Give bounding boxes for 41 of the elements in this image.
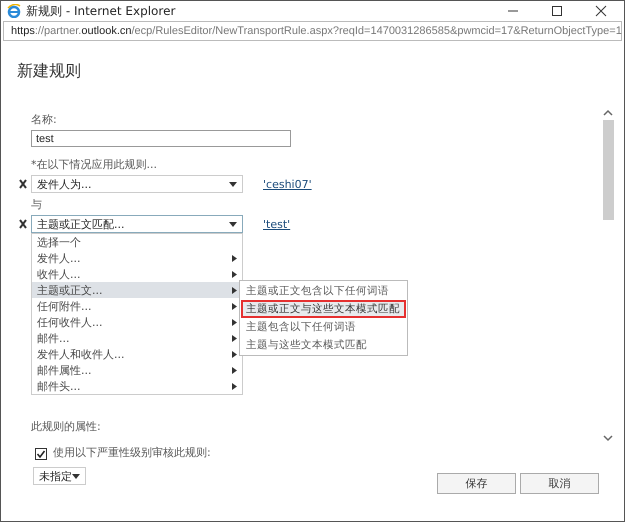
checkbox[interactable] — [35, 448, 47, 460]
window-title: 新规则 - Internet Explorer — [26, 2, 176, 20]
menu-item[interactable]: 选择一个 — [32, 234, 242, 250]
scroll-up-icon[interactable] — [603, 109, 613, 116]
menu-item[interactable]: 发件人... — [32, 250, 242, 266]
section-label: 此规则的属性: — [31, 419, 101, 434]
severity-dropdown[interactable]: 未指定 — [33, 467, 86, 485]
menu-item[interactable]: 邮件头... — [32, 378, 242, 394]
menu-item[interactable]: 邮件... — [32, 330, 242, 346]
caret-icon — [72, 474, 80, 478]
menu-item[interactable]: 发件人和收件人... — [32, 346, 242, 362]
menu-item[interactable]: 收件人... — [32, 266, 242, 282]
field-label: *在以下情况应用此规则... — [31, 157, 157, 172]
caret-icon — [229, 182, 237, 186]
field-label: 名称: — [31, 112, 57, 127]
submenu-item[interactable]: 主题与这些文本模式匹配 — [241, 336, 406, 354]
submenu-item[interactable]: 主题或正文与这些文本模式匹配 — [241, 300, 406, 318]
url-text: https://partner.outlook.cn/ecp/RulesEditor/NewTransportRule.aspx?reqId=1470031286585&pwmcid=17&ReturnObjectType=1 — [11, 25, 622, 37]
caret-icon — [229, 222, 237, 226]
footer-button[interactable]: 保存 — [437, 473, 516, 494]
scrollbar-thumb[interactable] — [602, 120, 614, 220]
menu-item[interactable]: 任何附件... — [32, 298, 242, 314]
checkbox-label: 使用以下严重性级别审核此规则: — [53, 445, 211, 460]
value-link[interactable]: 'test' — [263, 218, 290, 230]
page-heading: 新建规则 — [17, 61, 82, 82]
maximize-icon[interactable] — [550, 4, 564, 18]
menu-item[interactable]: 任何收件人... — [32, 314, 242, 330]
value-link[interactable]: 'ceshi07' — [263, 178, 312, 190]
joiner-text: 与 — [31, 197, 42, 212]
close-icon[interactable] — [594, 4, 608, 18]
name-field[interactable]: test — [31, 130, 291, 147]
browser-icon — [7, 4, 21, 18]
submenu-item[interactable]: 主题或正文包含以下任何词语 — [241, 282, 406, 300]
submenu-item[interactable]: 主题包含以下任何词语 — [241, 318, 406, 336]
condition-dropdown[interactable]: 发件人为... — [31, 175, 243, 193]
menu-item[interactable]: 邮件属性... — [32, 362, 242, 378]
footer-button[interactable]: 取消 — [520, 473, 599, 494]
address-bar[interactable]: https://partner.outlook.cn/ecp/RulesEditor/NewTransportRule.aspx?reqId=1470031286585&pwmcid=17&ReturnObjectType=1 — [3, 21, 622, 41]
menu-item[interactable]: 主题或正文... — [32, 282, 242, 298]
scroll-down-icon[interactable] — [603, 435, 613, 442]
condition-dropdown[interactable]: 主题或正文匹配... — [31, 215, 243, 233]
